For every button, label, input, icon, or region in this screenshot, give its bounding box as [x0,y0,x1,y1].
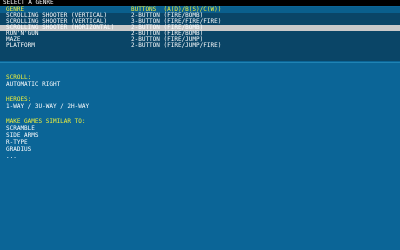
heroes-value: 1-WAY / 3U-WAY / 2H-WAY [6,103,90,110]
row-genre: PLATFORM [6,42,35,49]
row-buttons: 2-BUTTON (FIRE/JUMP/FIRE) [131,42,222,49]
list-item[interactable]: PLATFORM 2-BUTTON (FIRE/JUMP/FIRE) [0,43,400,49]
scroll-value: AUTOMATIC RIGHT [6,81,61,88]
divider [0,62,400,63]
similar-item: ... [6,153,17,160]
genre-list: SCROLLING SHOOTER (VERTICAL) 2-BUTTON (F… [0,13,400,61]
